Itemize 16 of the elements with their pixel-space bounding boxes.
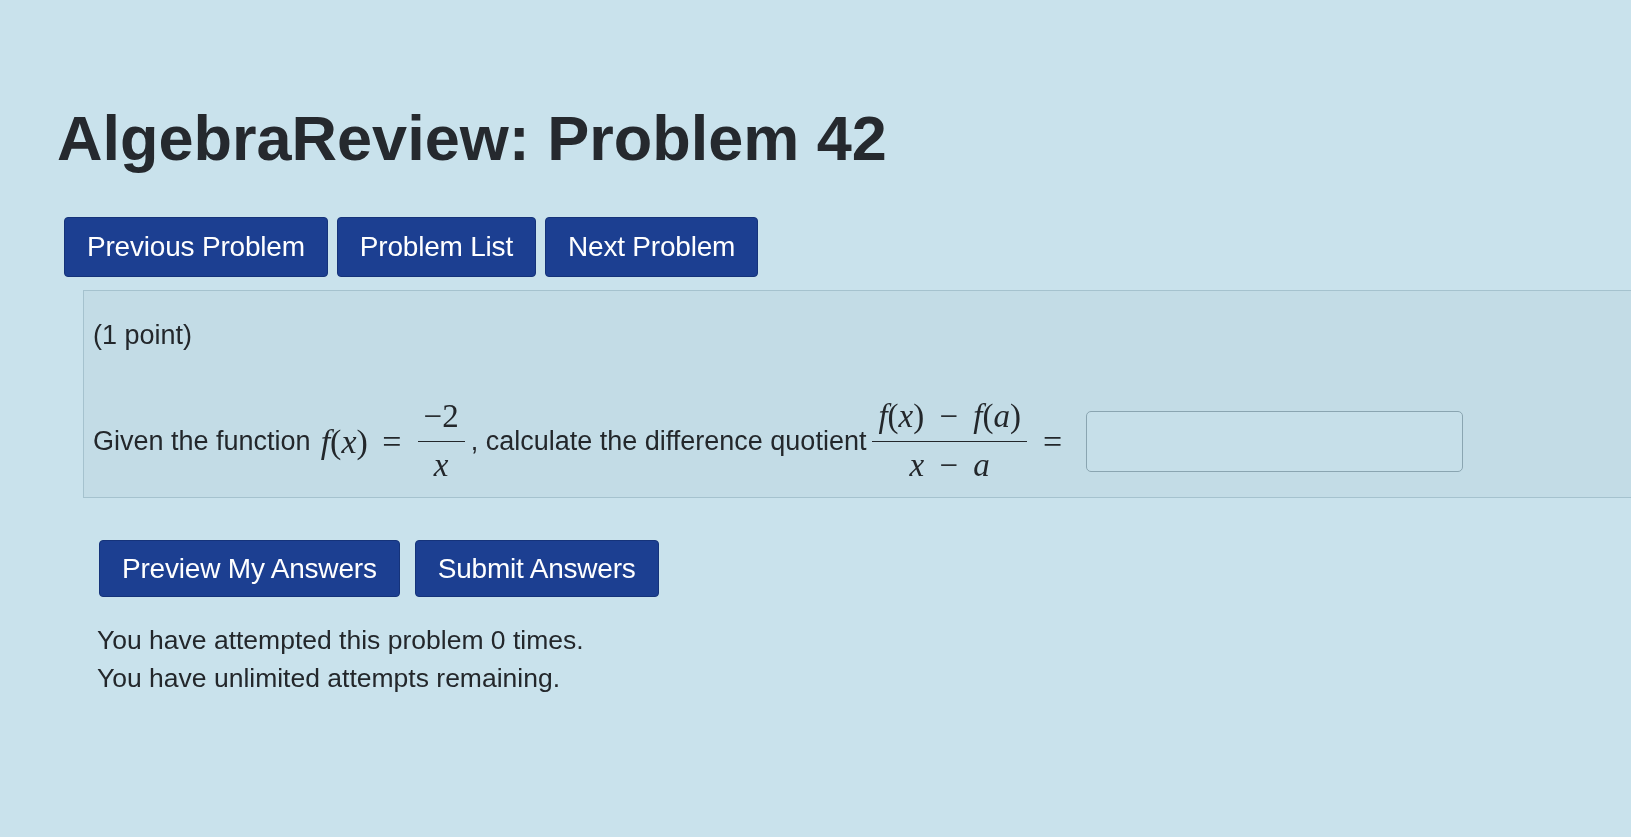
math-expression: f(x) = (320, 421, 402, 462)
attempts-text: You have unlimited attempts remaining. (97, 662, 562, 696)
page-title: AlgebraReview: Problem 42 (57, 104, 888, 174)
answer-field[interactable] (1086, 410, 1464, 472)
problem-text: Given the function (93, 425, 311, 459)
next-problem-button[interactable]: Next Problem (545, 217, 759, 278)
math-fraction: f(x) − f(a) x − a (872, 397, 1028, 486)
points-label: (1 point) (93, 319, 194, 353)
problem-list-button[interactable]: Problem List (336, 217, 536, 278)
attempts-text: You have attempted this problem 0 times. (97, 624, 585, 658)
math-expression: = (1043, 421, 1063, 462)
submit-answers-button[interactable]: Submit Answers (414, 540, 659, 598)
previous-problem-button[interactable]: Previous Problem (64, 217, 328, 278)
preview-answers-button[interactable]: Preview My Answers (99, 540, 400, 598)
math-fraction: −2 x (417, 397, 465, 486)
problem-text: , calculate the difference quotient (470, 425, 867, 459)
